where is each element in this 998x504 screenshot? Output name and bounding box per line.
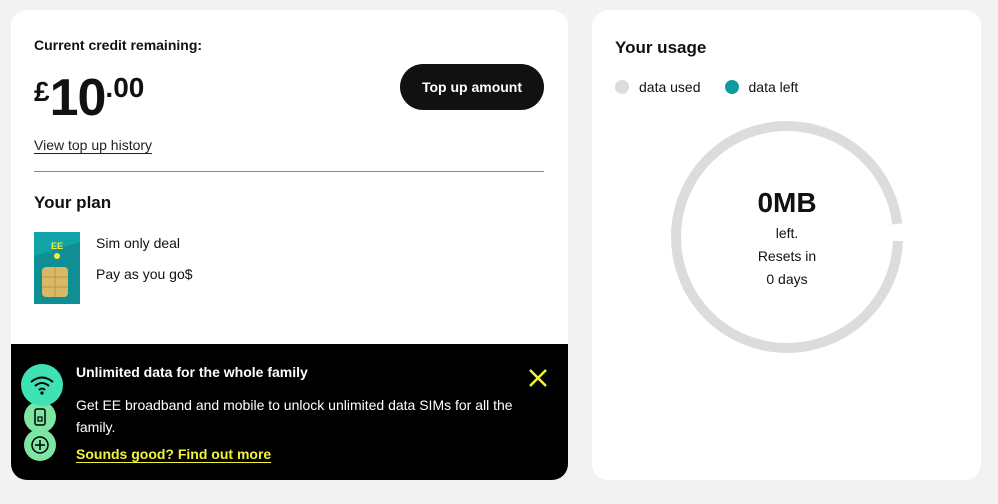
close-icon[interactable] bbox=[526, 366, 550, 390]
resets-label: Resets in bbox=[757, 248, 817, 264]
data-left-label: left. bbox=[775, 225, 799, 241]
amount-decimal: .00 bbox=[105, 72, 145, 103]
legend-item-data-left: data left bbox=[724, 79, 799, 95]
plan-type: Pay as you go$ bbox=[96, 266, 193, 282]
divider bbox=[34, 171, 544, 172]
wifi-icon bbox=[21, 364, 63, 406]
credit-label: Current credit remaining: bbox=[34, 37, 203, 53]
resets-days: 0 days bbox=[766, 271, 808, 287]
view-top-up-history-link[interactable]: View top up history bbox=[34, 137, 152, 153]
data-left-amount: 0MB bbox=[757, 187, 817, 218]
credit-card: Current credit remaining: £ 10 .00 Top u… bbox=[11, 10, 568, 480]
promo-title: Unlimited data for the whole family bbox=[76, 364, 308, 380]
find-out-more-link[interactable]: Sounds good? Find out more bbox=[76, 446, 271, 462]
legend-label-data-used: data used bbox=[639, 79, 701, 95]
data-left-swatch bbox=[724, 80, 739, 94]
ee-sim-card-icon: EE bbox=[34, 232, 80, 304]
data-used-swatch bbox=[615, 80, 629, 94]
usage-title: Your usage bbox=[615, 38, 707, 57]
credit-section: Current credit remaining: £ 10 .00 Top u… bbox=[11, 10, 568, 344]
legend-label-data-left: data left bbox=[748, 79, 799, 95]
svg-text:EE: EE bbox=[51, 241, 63, 251]
amount-whole: 10 bbox=[49, 69, 107, 127]
credit-amount: £ 10 .00 bbox=[34, 68, 144, 128]
top-up-button[interactable]: Top up amount bbox=[400, 64, 544, 110]
plan-name: Sim only deal bbox=[96, 235, 181, 251]
usage-legend: data used data left bbox=[615, 79, 822, 95]
currency-symbol: £ bbox=[34, 76, 50, 107]
promo-icons bbox=[21, 364, 67, 464]
promo-banner: Unlimited data for the whole family Get … bbox=[11, 344, 568, 480]
usage-card: Your usage data used data left 0MB left.… bbox=[592, 10, 981, 480]
usage-summary: 0MB left. Resets in 0 days bbox=[671, 121, 903, 353]
legend-item-data-used: data used bbox=[615, 79, 701, 95]
plan-title: Your plan bbox=[34, 193, 112, 212]
plus-icon bbox=[24, 429, 56, 461]
promo-body: Get EE broadband and mobile to unlock un… bbox=[76, 397, 513, 435]
